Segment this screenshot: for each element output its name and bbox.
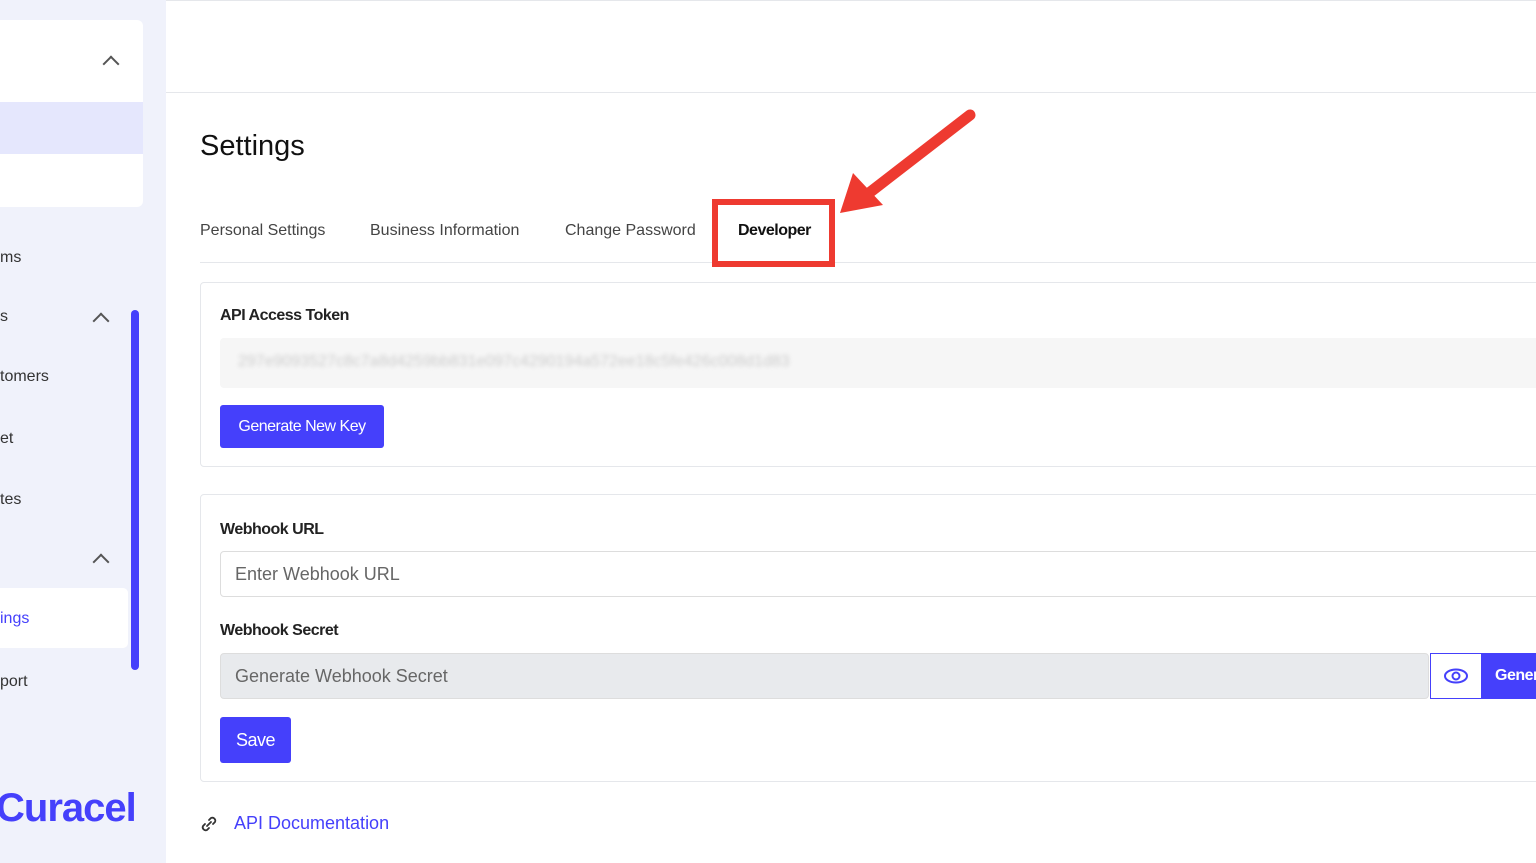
api-token-label: API Access Token — [220, 307, 349, 324]
webhook-secret-input[interactable]: Generate Webhook Secret — [220, 653, 1429, 699]
curacel-logo: Curacel — [0, 786, 137, 830]
chevron-up-icon[interactable] — [92, 553, 110, 571]
arrow-annotation-icon — [840, 109, 976, 213]
api-documentation-link[interactable]: API Documentation — [234, 813, 389, 834]
sidebar-item-settings[interactable]: ings — [0, 610, 29, 628]
sidebar-scrollbar[interactable] — [131, 310, 139, 670]
sidebar-item-highlighted[interactable] — [0, 102, 143, 154]
link-icon — [201, 816, 217, 832]
highlight-box — [712, 199, 835, 267]
top-bar — [166, 0, 1536, 93]
chevron-up-icon[interactable] — [92, 312, 110, 330]
webhook-url-input[interactable]: Enter Webhook URL — [220, 551, 1536, 597]
eye-icon — [1444, 668, 1468, 684]
chevron-up-icon[interactable] — [102, 55, 120, 73]
sidebar-item[interactable]: tomers — [0, 368, 49, 386]
save-button[interactable]: Save — [220, 717, 291, 763]
sidebar-item[interactable]: et — [0, 430, 13, 448]
toggle-visibility-button[interactable] — [1430, 653, 1482, 699]
generate-secret-button[interactable]: Gener — [1481, 653, 1536, 699]
settings-tabs: Personal Settings Business Information C… — [200, 220, 1536, 263]
generate-new-key-button[interactable]: Generate New Key — [220, 405, 384, 448]
api-token-panel: API Access Token 297e9093527c8c7a8d4259b… — [200, 282, 1536, 467]
api-token-value: 297e9093527c8c7a8d4259bb831e097c4290194a… — [238, 353, 790, 370]
tab-change-password[interactable]: Change Password — [565, 222, 696, 240]
api-token-field[interactable]: 297e9093527c8c7a8d4259bb831e097c4290194a… — [220, 338, 1536, 388]
sidebar-item[interactable]: ms — [0, 249, 21, 267]
webhook-secret-label: Webhook Secret — [220, 622, 339, 639]
tab-personal-settings[interactable]: Personal Settings — [200, 222, 325, 240]
sidebar-item[interactable]: tes — [0, 491, 21, 509]
page-title: Settings — [200, 130, 305, 162]
sidebar-item[interactable]: s — [0, 308, 8, 326]
webhook-url-label: Webhook URL — [220, 521, 324, 538]
sidebar: ms s tomers et tes ings port Curacel — [0, 0, 166, 863]
sidebar-menu-group — [0, 20, 143, 207]
webhook-panel: Webhook URL Enter Webhook URL Webhook Se… — [200, 494, 1536, 782]
tab-business-information[interactable]: Business Information — [370, 222, 519, 240]
sidebar-item[interactable]: port — [0, 673, 28, 691]
